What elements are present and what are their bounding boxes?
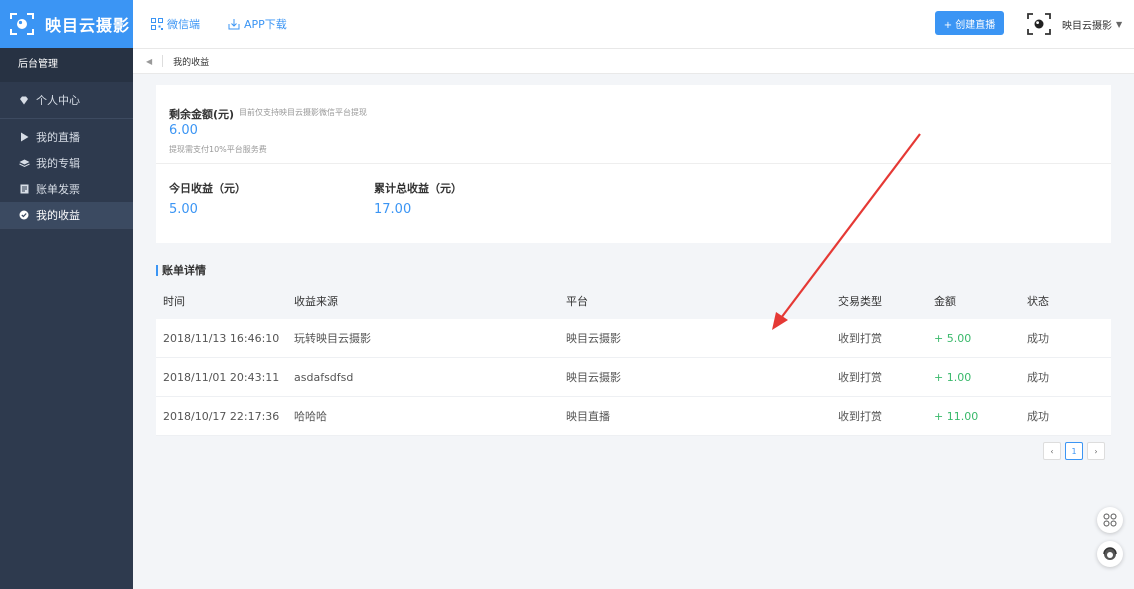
pagination: ‹ 1 › [1043,442,1105,460]
table-row: 2018/11/01 20:43:11 asdafsdfsd 映目云摄影 收到打… [156,358,1111,397]
sidebar-item-invoice[interactable]: 账单发票 [0,176,133,202]
today-earnings-label: 今日收益（元） [169,182,246,195]
cell-status: 成功 [1027,371,1049,384]
cell-time: 2018/10/17 22:17:36 [163,409,280,423]
cell-status: 成功 [1027,332,1049,345]
wechat-label: 微信端 [167,18,200,31]
brand-name: 映目云摄影 [45,16,131,35]
balance-title: 剩余金额(元) [169,108,235,121]
bill-icon [18,184,30,194]
cell-source: 玩转映目云摄影 [294,332,371,345]
section-title-text: 账单详情 [162,264,206,277]
sidebar-divider [0,228,133,229]
cell-amount: + 5.00 [934,331,972,345]
sidebar: 后台管理 个人中心 我的直播 我的专辑 账单发票 我的收益 [0,48,133,589]
table-header: 时间 收益来源 平台 交易类型 金额 状态 [156,282,1111,319]
balance-note: 目前仅支持映目云摄影微信平台提现 [239,108,367,117]
user-name: 映目云摄影 [1062,21,1112,32]
sidebar-item-label: 个人中心 [36,94,80,107]
total-earnings-label: 累计总收益（元） [374,182,462,195]
cell-amount: + 11.00 [934,409,979,423]
column-header: 收益来源 [294,294,338,308]
check-circle-icon [18,210,30,220]
sidebar-item-earnings[interactable]: 我的收益 [0,202,133,228]
avatar[interactable] [1026,12,1052,36]
cell-type: 收到打赏 [838,332,882,345]
fee-note: 提现需支付10%平台服务费 [169,145,267,154]
breadcrumb-current: 我的收益 [173,57,210,68]
top-bar: 映目云摄影 微信端 APP下载 + 创建直播 映目云摄影 ▼ [0,0,1134,49]
sidebar-item-label: 账单发票 [36,183,80,196]
cell-time: 2018/11/01 20:43:11 [163,370,280,384]
headset-icon [1103,547,1117,560]
table-row: 2018/11/13 16:46:10 玩转映目云摄影 映目云摄影 收到打赏 +… [156,319,1111,358]
brand[interactable]: 映目云摄影 [0,0,133,48]
cell-time: 2018/11/13 16:46:10 [163,331,280,345]
app-download-link[interactable]: APP下载 [228,0,287,48]
wechat-link[interactable]: 微信端 [151,0,200,48]
cell-platform: 映目直播 [566,410,610,423]
breadcrumb-divider [162,55,164,67]
earnings-summary-card: 剩余金额(元) 目前仅支持映目云摄影微信平台提现 6.00 提现需支付10%平台… [156,85,1111,243]
column-header: 平台 [566,294,588,308]
next-page-button[interactable]: › [1087,442,1105,460]
total-earnings-value: 17.00 [374,202,412,217]
cell-source: asdafsdfsd [294,370,354,384]
app-download-label: APP下载 [244,18,287,31]
sidebar-item-live[interactable]: 我的直播 [0,124,133,150]
layers-icon [18,159,30,168]
cell-source: 哈哈哈 [294,410,327,423]
column-header: 金额 [934,294,956,308]
today-earnings-value: 5.00 [169,202,198,217]
annotation-arrow [772,133,921,330]
diamond-icon [18,96,30,105]
user-menu[interactable]: 映目云摄影 ▼ [1062,17,1122,32]
page-number-button[interactable]: 1 [1065,442,1083,460]
support-float-button[interactable] [1097,541,1123,567]
back-icon[interactable]: ◀ [146,57,152,66]
cell-type: 收到打赏 [838,371,882,384]
column-header: 时间 [163,294,185,308]
sidebar-item-profile[interactable]: 个人中心 [0,87,133,113]
sidebar-item-label: 我的专辑 [36,157,80,170]
chevron-down-icon: ▼ [1116,20,1123,29]
breadcrumb: ◀ 我的收益 [133,49,1134,74]
sidebar-item-album[interactable]: 我的专辑 [0,150,133,176]
cell-amount: + 1.00 [934,370,972,384]
cell-status: 成功 [1027,410,1049,423]
balance-value: 6.00 [169,123,198,138]
create-live-button[interactable]: + 创建直播 [935,11,1004,35]
logo-icon [9,11,35,37]
play-icon [18,132,30,142]
card-divider [156,163,1111,164]
sidebar-item-label: 我的直播 [36,131,80,144]
cell-type: 收到打赏 [838,410,882,423]
download-icon [228,19,240,30]
cell-platform: 映目云摄影 [566,332,621,345]
apps-float-button[interactable] [1097,507,1123,533]
main-content: ◀ 我的收益 剩余金额(元) 目前仅支持映目云摄影微信平台提现 6.00 提现需… [133,49,1134,589]
section-title: 账单详情 [156,262,206,278]
column-header: 状态 [1027,294,1049,308]
earnings-table: 时间 收益来源 平台 交易类型 金额 状态 2018/11/13 16:46:1… [156,282,1111,436]
table-row: 2018/10/17 22:17:36 哈哈哈 映目直播 收到打赏 + 11.0… [156,397,1111,436]
sidebar-heading: 后台管理 [0,48,133,82]
cell-platform: 映目云摄影 [566,371,621,384]
qrcode-icon [151,18,163,30]
section-title-bar [156,264,158,276]
grid-icon [1103,513,1117,527]
sidebar-item-label: 我的收益 [36,209,80,222]
prev-page-button[interactable]: ‹ [1043,442,1061,460]
